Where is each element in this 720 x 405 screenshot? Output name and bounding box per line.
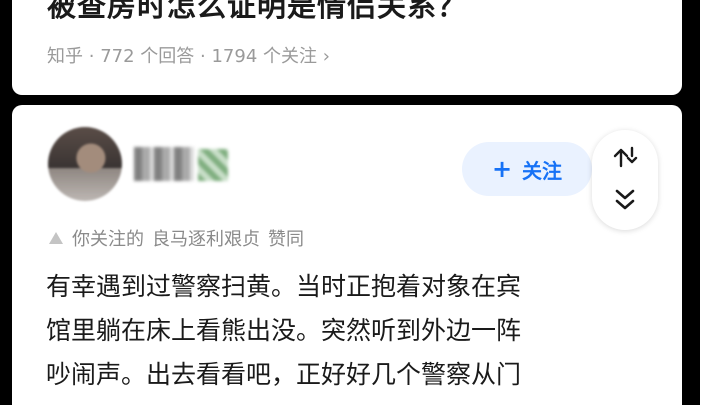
- screen: 被查房时怎么证明是情侣关系？ 知乎 · 772 个回答 · 1794 个关注 ›…: [0, 0, 720, 405]
- meta-separator: ·: [200, 46, 206, 67]
- right-edge-strip: [700, 0, 720, 405]
- author-badge-blurred: [198, 149, 228, 181]
- liked-by-user[interactable]: 良马逐利艰贞: [152, 225, 260, 251]
- meta-separator: ·: [88, 46, 95, 67]
- follow-label: 关注: [522, 158, 563, 183]
- followers-count: 1794 个关注: [211, 46, 318, 67]
- answer-body-line: 吵闹声。出去看看吧，正好好几个警察从门: [46, 360, 522, 389]
- answer-body-line: 馆里躺在床上看熊出没。突然听到外边一阵: [46, 316, 522, 345]
- question-source: 知乎: [47, 46, 83, 67]
- collapse-icon[interactable]: [610, 186, 640, 214]
- plus-icon: +: [491, 155, 513, 183]
- chevron-right-icon: ›: [322, 46, 330, 67]
- author-name-blurred[interactable]: [134, 147, 194, 181]
- answer-body[interactable]: 有幸遇到过警察扫黄。当时正抱着对象在宾 馆里躺在床上看熊出没。突然听到外边一阵 …: [46, 265, 666, 397]
- question-title[interactable]: 被查房时怎么证明是情侣关系？: [47, 0, 467, 25]
- answer-body-line: 有幸遇到过警察扫黄。当时正抱着对象在宾: [46, 272, 522, 301]
- question-meta[interactable]: 知乎 · 772 个回答 · 1794 个关注 ›: [47, 42, 330, 68]
- floating-action-pill: [592, 130, 658, 230]
- follow-button[interactable]: + 关注: [462, 142, 592, 196]
- question-card[interactable]: 被查房时怎么证明是情侣关系？ 知乎 · 772 个回答 · 1794 个关注 ›: [12, 0, 682, 95]
- liked-by-suffix: 赞同: [268, 229, 304, 250]
- liked-by-prefix: 你关注的: [72, 229, 144, 250]
- share-icon[interactable]: [612, 144, 640, 170]
- avatar[interactable]: [48, 127, 122, 201]
- answer-card: + 关注 你关注的 良马逐利艰贞 赞同 有幸遇到过警察扫黄。当时正抱着对象在宾: [12, 105, 682, 405]
- triangle-icon: [49, 232, 63, 244]
- liked-by-row: 你关注的 良马逐利艰贞 赞同: [48, 225, 304, 251]
- answers-count: 772 个回答: [100, 46, 195, 67]
